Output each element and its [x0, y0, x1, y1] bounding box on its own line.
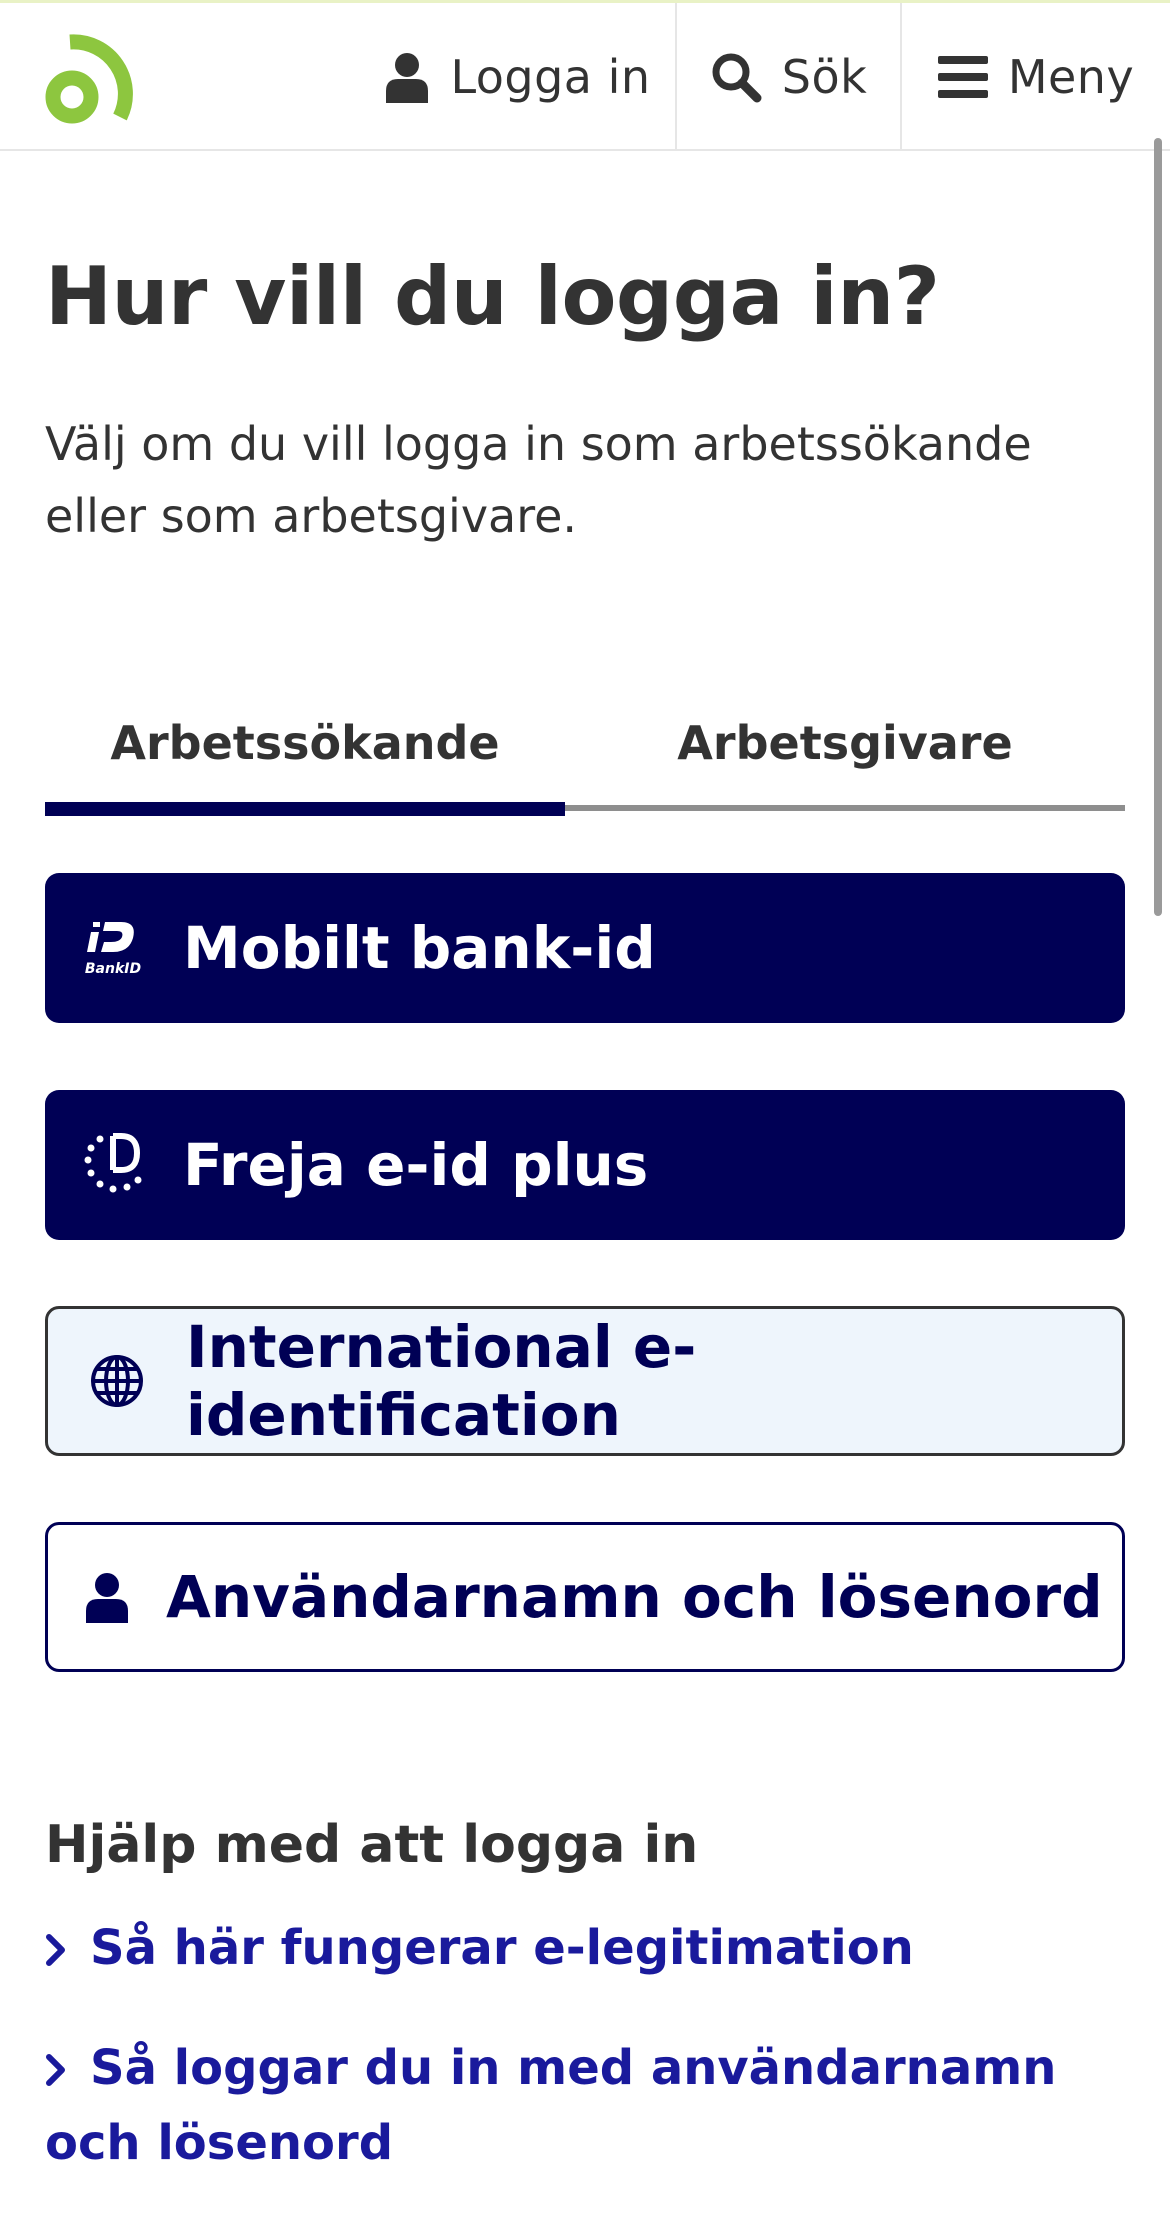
login-button[interactable]: Logga in [360, 3, 675, 151]
login-label: Logga in [450, 50, 651, 104]
active-tab-indicator [45, 802, 565, 816]
user-icon [384, 51, 430, 103]
chevron-right-icon [45, 1915, 90, 1987]
search-icon [710, 51, 762, 103]
chevron-right-icon [45, 2035, 90, 2107]
help-link-label: Så loggar du in med användarnamn och lös… [45, 2040, 1057, 2171]
freja-label: Freja e-id plus [183, 1131, 649, 1199]
help-link-username-password[interactable]: Så loggar du in med användarnamn och lös… [45, 2032, 1125, 2179]
user-icon [48, 1571, 166, 1623]
help-link-label: Så här fungerar e-legitimation [90, 1920, 914, 1976]
hamburger-menu-icon [937, 54, 988, 100]
search-button[interactable]: Sök [675, 3, 900, 151]
help-link-e-legitimation[interactable]: Så här fungerar e-legitimation [45, 1912, 1125, 1987]
page-title: Hur vill du logga in? [45, 250, 940, 343]
bankid-icon: BankID [45, 918, 183, 978]
globe-icon [48, 1353, 186, 1409]
help-heading: Hjälp med att logga in [45, 1815, 699, 1875]
menu-button[interactable]: Meny [900, 3, 1170, 151]
username-password-login-button[interactable]: Användarnamn och lösenord [45, 1522, 1125, 1672]
freja-login-button[interactable]: Freja e-id plus [45, 1090, 1125, 1240]
username-password-label: Användarnamn och lösenord [166, 1563, 1103, 1631]
user-type-tabs: Arbetssökande Arbetsgivare [45, 680, 1125, 816]
bankid-label: Mobilt bank-id [183, 914, 656, 982]
freja-icon [45, 1130, 183, 1200]
scrollbar[interactable] [1154, 138, 1162, 916]
svg-text:BankID: BankID [85, 961, 141, 977]
international-eid-label: International e-identification [186, 1313, 697, 1449]
bankid-login-button[interactable]: BankID Mobilt bank-id [45, 873, 1125, 1023]
menu-label: Meny [1007, 50, 1135, 104]
tab-arbetssokande[interactable]: Arbetssökande [45, 680, 565, 805]
search-label: Sök [781, 50, 868, 104]
intro-text: Välj om du vill logga in som arbetssökan… [45, 417, 1032, 543]
tab-arbetsgivare[interactable]: Arbetsgivare [565, 680, 1125, 805]
site-header: Logga in Sök Meny [0, 3, 1170, 151]
arbetsformedlingen-logo-icon[interactable] [40, 29, 144, 129]
international-eid-login-button[interactable]: International e-identification [45, 1306, 1125, 1456]
